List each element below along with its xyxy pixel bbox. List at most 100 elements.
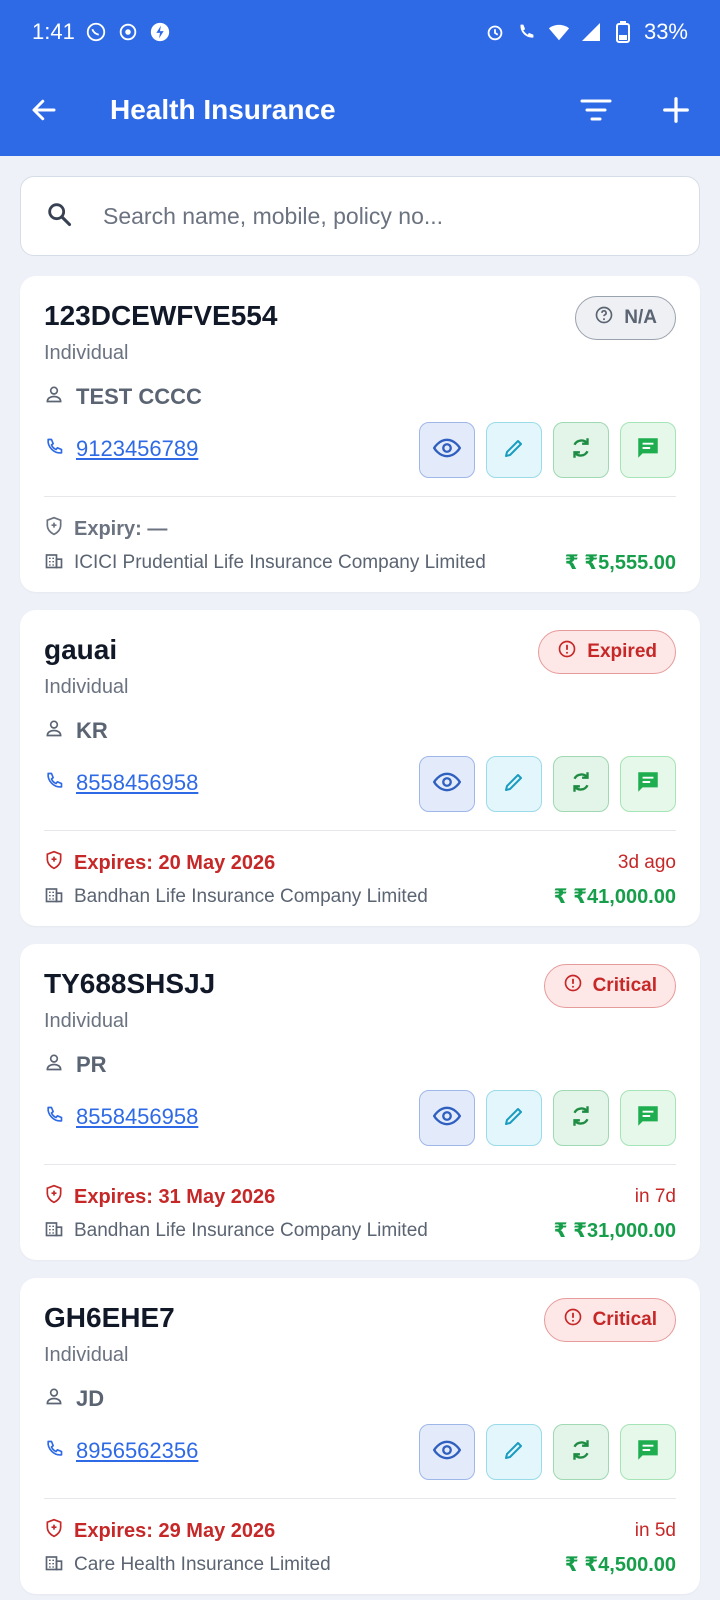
shield-icon	[44, 516, 64, 542]
expiry-text: Expires: 20 May 2026	[74, 851, 276, 874]
premium-amount: ₹ ₹41,000.00	[553, 886, 676, 908]
status-bar: 1:41 33%	[0, 0, 720, 64]
card-actions	[419, 1424, 676, 1480]
building-icon	[44, 550, 64, 576]
battery-icon	[612, 21, 634, 43]
battery-percent: 33%	[643, 19, 688, 44]
phone-link[interactable]: 8956562356	[76, 1438, 198, 1464]
alert-circle-icon	[563, 973, 583, 999]
policy-card[interactable]: TY688SHSJJ Individual Critical PR 855845…	[20, 944, 700, 1260]
renew-button[interactable]	[553, 1424, 609, 1480]
message-button[interactable]	[620, 756, 676, 812]
view-button[interactable]	[419, 756, 475, 812]
filter-icon[interactable]	[576, 90, 616, 130]
search-icon	[45, 200, 73, 233]
search-bar	[20, 176, 700, 256]
holder-row: JD	[44, 1386, 104, 1412]
building-icon	[44, 1218, 64, 1244]
building-icon	[44, 1552, 64, 1578]
person-icon	[44, 384, 64, 410]
policy-card[interactable]: GH6EHE7 Individual Critical JD 895656235…	[20, 1278, 700, 1594]
message-button[interactable]	[620, 1090, 676, 1146]
phone-icon	[44, 437, 64, 462]
alert-circle-icon	[563, 1307, 583, 1333]
policy-type: Individual	[44, 1344, 129, 1366]
policy-number: TY688SHSJJ	[44, 968, 216, 999]
expiry-relative: in 5d	[634, 1520, 676, 1541]
divider	[44, 496, 676, 497]
divider	[44, 1498, 676, 1499]
eye-icon	[432, 434, 462, 467]
phone-icon	[44, 771, 64, 796]
expiry-relative: in 7d	[634, 1186, 676, 1207]
edit-button[interactable]	[486, 1090, 542, 1146]
bolt-icon	[149, 21, 171, 43]
status-badge-label: Expired	[587, 641, 657, 662]
back-arrow-icon[interactable]	[24, 90, 64, 130]
expiry-row: Expires: 31 May 2026	[44, 1184, 275, 1210]
renew-button[interactable]	[553, 756, 609, 812]
chat-icon	[635, 1437, 661, 1468]
phone-row: 9123456789	[44, 436, 198, 462]
signal-icon	[580, 21, 602, 43]
pencil-icon	[502, 1438, 526, 1467]
phone-row: 8558456958	[44, 1104, 198, 1130]
policy-card[interactable]: 123DCEWFVE554 Individual N/A TEST CCCC 9…	[20, 276, 700, 592]
question-circle-icon	[594, 305, 614, 331]
phone-link[interactable]: 8558456958	[76, 1104, 198, 1130]
insurer-name: Care Health Insurance Limited	[74, 1554, 331, 1575]
premium-amount: ₹ ₹5,555.00	[564, 552, 676, 574]
status-badge: N/A	[575, 296, 676, 340]
view-button[interactable]	[419, 422, 475, 478]
message-button[interactable]	[620, 422, 676, 478]
edit-button[interactable]	[486, 422, 542, 478]
policy-number: 123DCEWFVE554	[44, 300, 278, 331]
card-actions	[419, 422, 676, 478]
person-icon	[44, 1386, 64, 1412]
renew-button[interactable]	[553, 422, 609, 478]
phone-link[interactable]: 8558456958	[76, 770, 198, 796]
status-badge: Expired	[538, 630, 676, 674]
chat-icon	[635, 435, 661, 466]
policy-type: Individual	[44, 342, 129, 364]
holder-row: KR	[44, 718, 108, 744]
policy-card[interactable]: gauai Individual Expired KR 8558456958 E…	[20, 610, 700, 926]
search-input[interactable]	[103, 202, 663, 230]
divider	[44, 830, 676, 831]
status-badge-label: Critical	[592, 1309, 657, 1330]
edit-button[interactable]	[486, 1424, 542, 1480]
divider	[44, 1164, 676, 1165]
phone-icon	[44, 1105, 64, 1130]
building-icon	[44, 884, 64, 910]
target-icon	[117, 21, 139, 43]
chat-icon	[635, 1103, 661, 1134]
app-bar: Health Insurance	[0, 64, 720, 156]
view-button[interactable]	[419, 1090, 475, 1146]
edit-button[interactable]	[486, 756, 542, 812]
person-icon	[44, 1052, 64, 1078]
phone-link[interactable]: 9123456789	[76, 436, 198, 462]
eye-icon	[432, 1436, 462, 1469]
expiry-row: Expires: 20 May 2026	[44, 850, 275, 876]
alarm-icon	[484, 21, 506, 43]
holder-name: JD	[76, 1386, 105, 1411]
phone-icon	[44, 1439, 64, 1464]
message-button[interactable]	[620, 1424, 676, 1480]
shield-icon	[44, 1518, 64, 1544]
card-actions	[419, 756, 676, 812]
holder-name: KR	[76, 718, 108, 743]
refresh-icon	[568, 1103, 594, 1134]
wifi-icon	[548, 21, 570, 43]
chat-icon	[635, 769, 661, 800]
insurer-name: ICICI Prudential Life Insurance Company …	[74, 552, 486, 573]
pencil-icon	[502, 1104, 526, 1133]
premium-amount: ₹ ₹31,000.00	[553, 1220, 676, 1242]
view-button[interactable]	[419, 1424, 475, 1480]
expiry-text: Expiry: —	[74, 517, 168, 540]
whatsapp-icon	[85, 21, 107, 43]
policy-type: Individual	[44, 1010, 129, 1032]
policy-number: gauai	[44, 634, 118, 665]
renew-button[interactable]	[553, 1090, 609, 1146]
expiry-text: Expires: 31 May 2026	[74, 1185, 276, 1208]
add-icon[interactable]	[656, 90, 696, 130]
